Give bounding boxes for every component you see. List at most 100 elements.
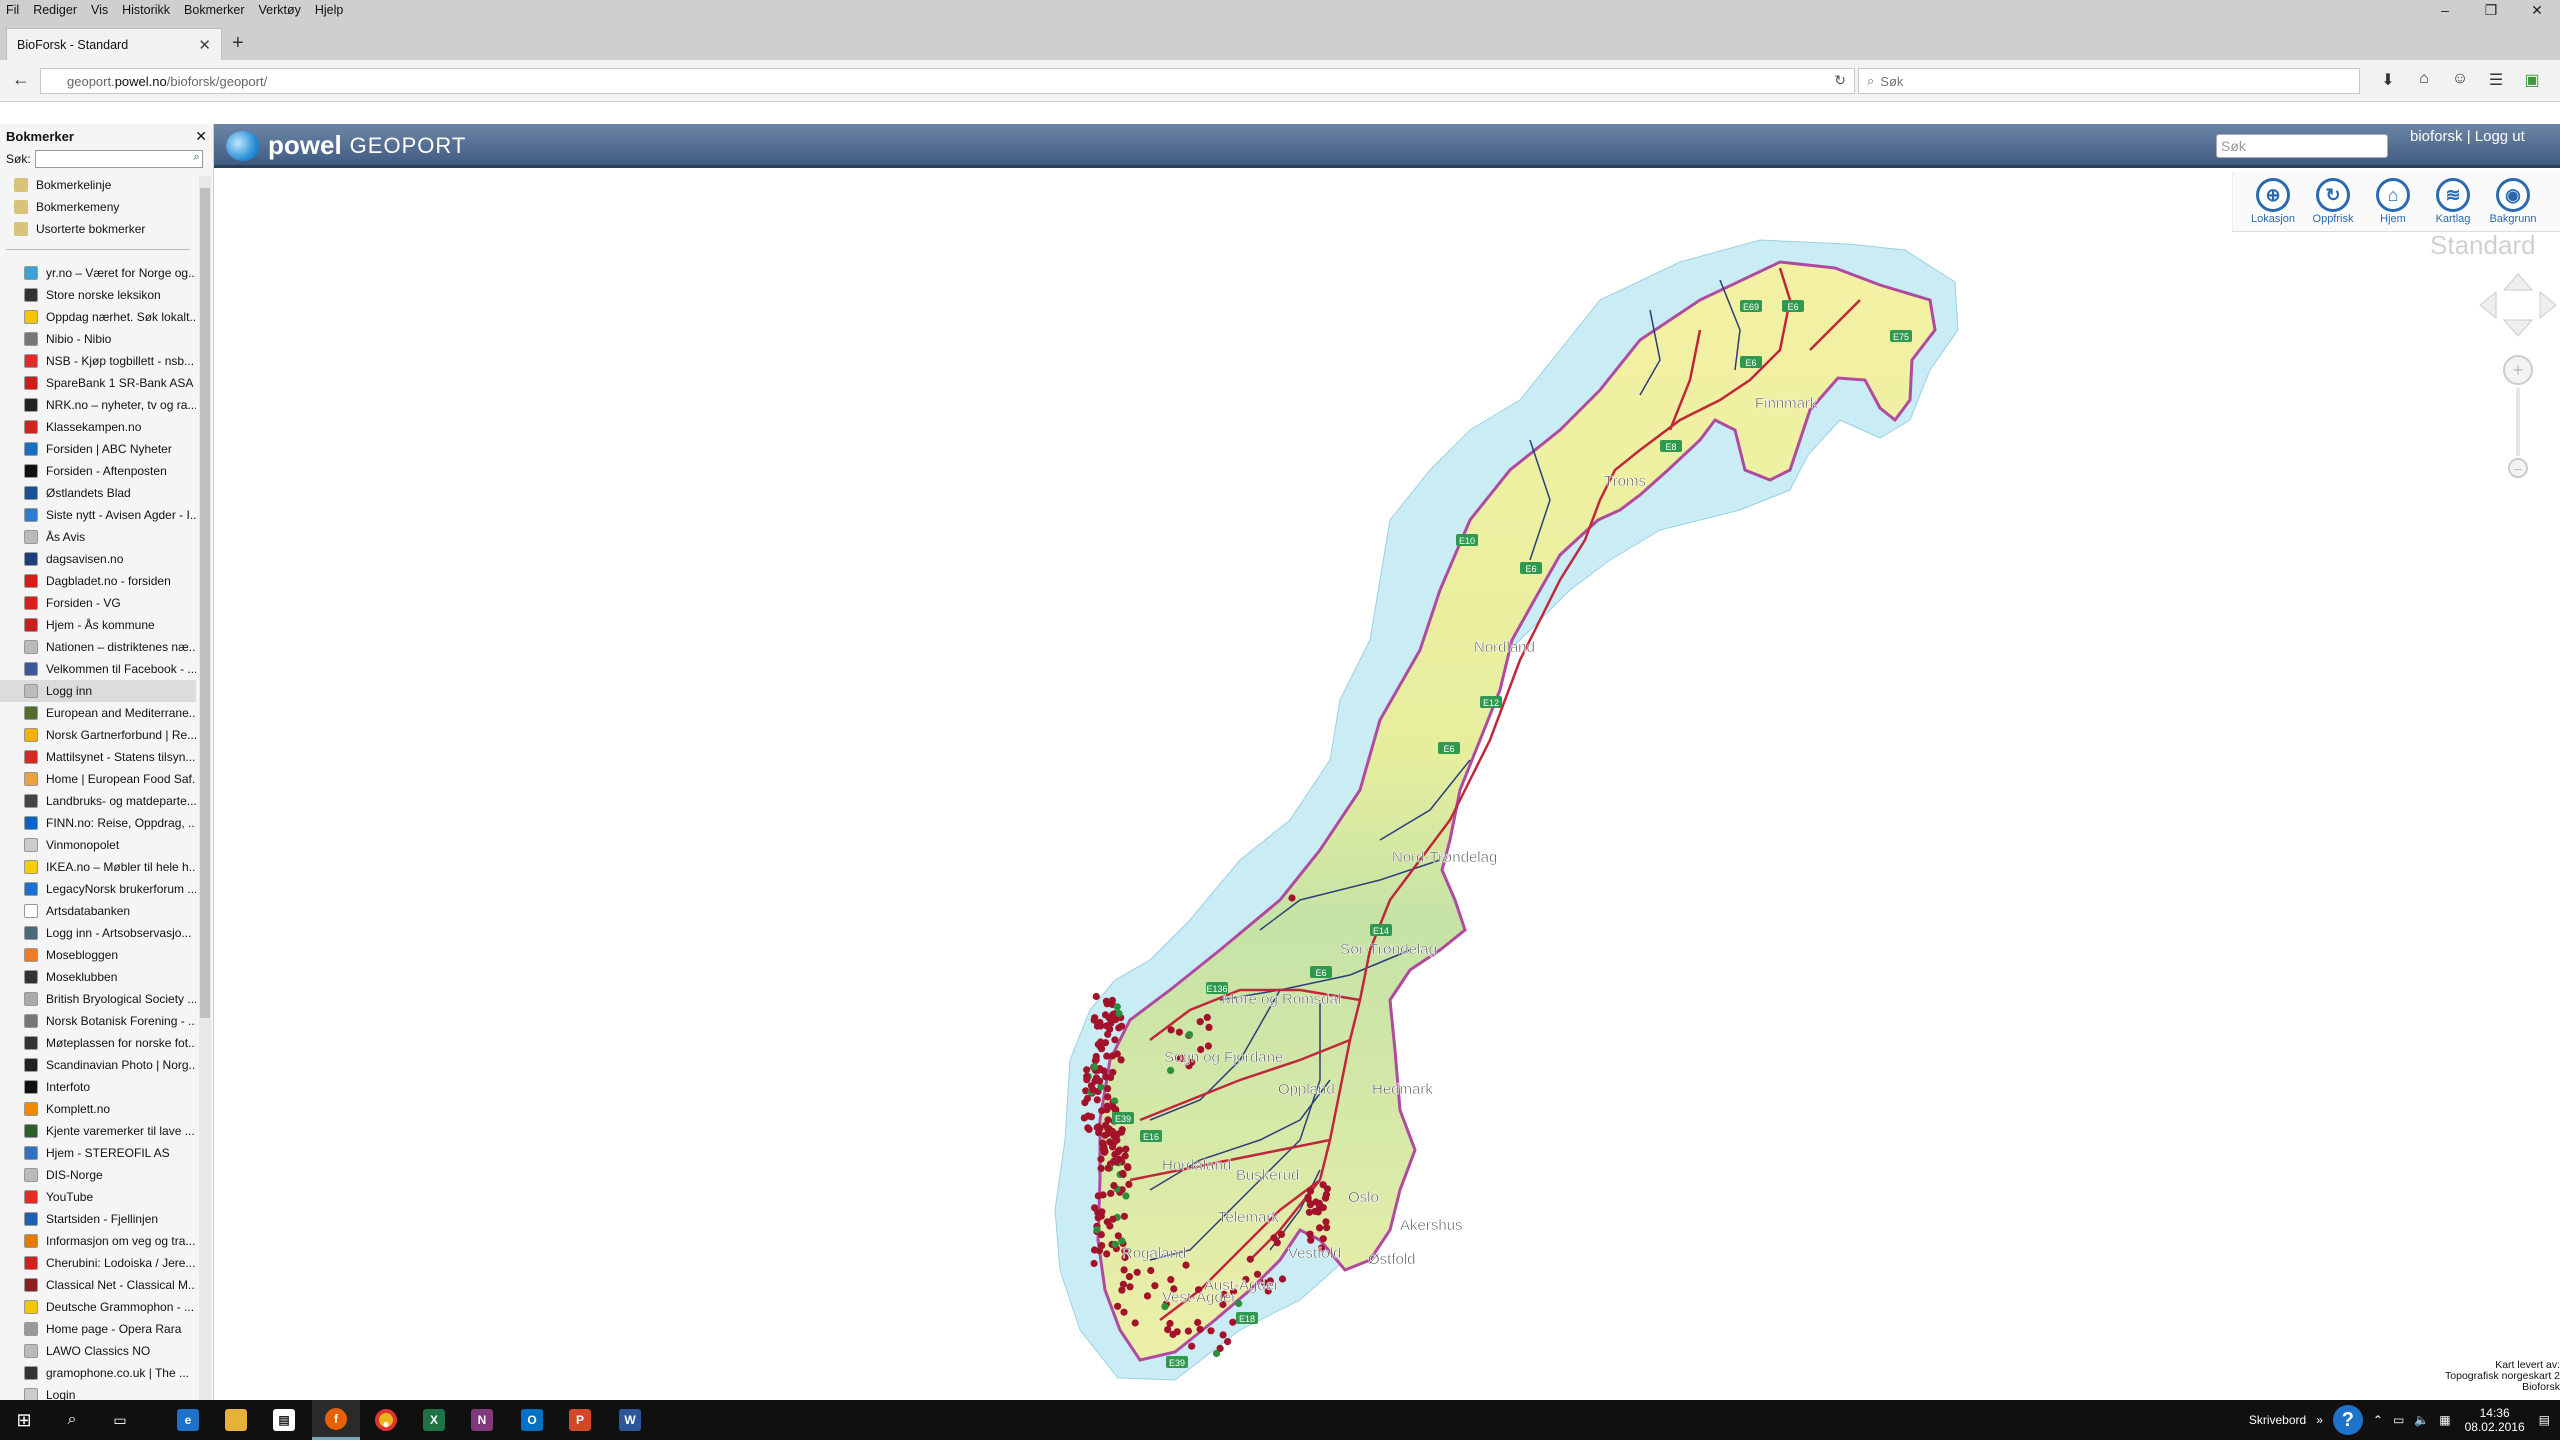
menu-item[interactable]: Bokmerker — [184, 3, 244, 17]
bookmark-item[interactable]: Hjem - Ås kommune — [0, 614, 196, 636]
observation-point[interactable] — [1133, 1268, 1141, 1276]
bookmark-item[interactable]: gramophone.co.uk | The ... — [0, 1362, 196, 1384]
observation-point[interactable] — [1103, 1000, 1111, 1008]
bookmark-item[interactable]: Klassekampen.no — [0, 416, 196, 438]
bookmark-item[interactable]: NRK.no – nyheter, tv og ra... — [0, 394, 196, 416]
observation-point[interactable] — [1273, 1239, 1281, 1247]
bookmark-item[interactable]: Cherubini: Lodoiska / Jere... — [0, 1252, 196, 1274]
observation-point[interactable] — [1323, 1224, 1331, 1232]
bookmark-item[interactable]: Informasjon om veg og tra... — [0, 1230, 196, 1252]
observation-point[interactable] — [1167, 1026, 1175, 1034]
observation-point[interactable] — [1120, 1308, 1128, 1316]
observation-point[interactable] — [1092, 992, 1100, 1001]
observation-point[interactable] — [1196, 1018, 1204, 1026]
observation-point[interactable] — [1107, 1189, 1115, 1197]
observation-point[interactable] — [1185, 1031, 1194, 1039]
observation-point[interactable] — [1114, 1302, 1122, 1310]
bookmark-item[interactable]: Artsdatabanken — [0, 900, 196, 922]
observation-point[interactable] — [1114, 1232, 1122, 1240]
observation-point[interactable] — [1131, 1319, 1139, 1327]
bookmark-item[interactable]: Landbruks- og matdeparte... — [0, 790, 196, 812]
observation-point[interactable] — [1188, 1342, 1196, 1350]
observation-point[interactable] — [1091, 1063, 1099, 1071]
outlook-icon[interactable]: O — [508, 1400, 556, 1440]
close-sidebar-icon[interactable]: ✕ — [195, 128, 207, 145]
observation-point[interactable] — [1093, 1226, 1101, 1234]
edge-icon[interactable]: e — [164, 1400, 212, 1440]
observation-point[interactable] — [1122, 1192, 1130, 1200]
pan-right-icon[interactable] — [2539, 290, 2557, 320]
observation-point[interactable] — [1104, 1164, 1112, 1172]
help-icon[interactable]: ? — [2332, 1405, 2363, 1435]
observation-point[interactable] — [1288, 894, 1296, 902]
browser-search-input[interactable]: ⌕ Søk — [1858, 68, 2360, 94]
task-view-icon[interactable]: ▭ — [96, 1400, 144, 1440]
observation-point[interactable] — [1229, 1318, 1237, 1326]
bookmark-item[interactable]: YouTube — [0, 1186, 196, 1208]
observation-point[interactable] — [1096, 1077, 1104, 1085]
norway-map[interactable]: Finnmark Troms Nordland Nord-Trøndelag Sør-T… — [214, 168, 2560, 1400]
observation-point[interactable] — [1151, 1282, 1159, 1290]
back-icon[interactable]: ← — [12, 69, 30, 90]
powerpoint-icon[interactable]: P — [556, 1400, 604, 1440]
observation-point[interactable] — [1084, 1112, 1092, 1120]
chat-icon[interactable]: ☺ — [2442, 70, 2478, 90]
observation-point[interactable] — [1126, 1283, 1134, 1291]
observation-point[interactable] — [1083, 1066, 1091, 1074]
pan-down-icon[interactable] — [2502, 319, 2534, 337]
observation-point[interactable] — [1102, 1121, 1110, 1129]
observation-point[interactable] — [1319, 1235, 1327, 1243]
bookmark-item[interactable]: Siste nytt - Avisen Agder - I... — [0, 504, 196, 526]
store-icon[interactable]: ▤ — [260, 1400, 308, 1440]
volume-icon[interactable]: 🔈 — [2414, 1413, 2429, 1427]
close-tab-icon[interactable]: ✕ — [198, 36, 211, 54]
observation-point[interactable] — [1115, 1009, 1123, 1018]
observation-point[interactable] — [1125, 1180, 1133, 1188]
bookmark-item[interactable]: Norsk Gartnerforbund | Re... — [0, 724, 196, 746]
bookmark-item[interactable]: Nibio - Nibio — [0, 328, 196, 350]
bookmark-item[interactable]: Kjente varemerker til lave ... — [0, 1120, 196, 1142]
observation-point[interactable] — [1118, 1126, 1126, 1134]
bookmark-item[interactable]: Velkommen til Facebook - ... — [0, 658, 196, 680]
url-bar[interactable]: geoport. powel.no/bioforsk/geoport/ ↻ — [40, 68, 1855, 94]
observation-point[interactable] — [1122, 1145, 1130, 1153]
observation-point[interactable] — [1205, 1023, 1213, 1031]
observation-point[interactable] — [1194, 1318, 1202, 1327]
observation-point[interactable] — [1103, 1250, 1111, 1258]
observation-point[interactable] — [1085, 1125, 1093, 1133]
network-icon[interactable]: ▭ — [2393, 1413, 2404, 1427]
sidebar-scrollbar[interactable] — [199, 176, 211, 1400]
observation-point[interactable] — [1212, 1349, 1221, 1358]
bookmark-folder[interactable]: Bokmerkelinje — [0, 174, 196, 196]
bookmark-item[interactable]: DIS-Norge — [0, 1164, 196, 1186]
close-window-icon[interactable]: ✕ — [2514, 0, 2560, 20]
bookmark-item[interactable]: Hjem - STEREOFIL AS — [0, 1142, 196, 1164]
observation-point[interactable] — [1167, 1066, 1175, 1074]
user-menu[interactable]: bioforsk | Logg ut — [2410, 128, 2525, 145]
observation-point[interactable] — [1120, 1212, 1128, 1220]
firefox-icon[interactable]: f — [312, 1400, 360, 1440]
observation-point[interactable] — [1094, 1192, 1102, 1200]
observation-point[interactable] — [1110, 1157, 1118, 1165]
observation-point[interactable] — [1111, 1240, 1119, 1248]
observation-point[interactable] — [1143, 1292, 1152, 1300]
bookmark-item[interactable]: Login — [0, 1384, 196, 1400]
bookmark-item[interactable]: Komplett.no — [0, 1098, 196, 1120]
bookmark-item[interactable]: Home | European Food Saf... — [0, 768, 196, 790]
bookmark-item[interactable]: Oppdag nærhet. Søk lokalt... — [0, 306, 196, 328]
excel-icon[interactable]: X — [410, 1400, 458, 1440]
bookmark-item[interactable]: Home page - Opera Rara — [0, 1318, 196, 1340]
observation-point[interactable] — [1120, 1266, 1128, 1274]
menu-item[interactable]: Fil — [6, 3, 19, 17]
tool-lokasjon[interactable]: ⊕ Lokasjon — [2243, 172, 2303, 231]
tray-up-icon[interactable]: ⌃ — [2373, 1413, 2383, 1427]
tool-hjem[interactable]: ⌂ Hjem — [2363, 172, 2423, 231]
observation-point[interactable] — [1097, 1155, 1105, 1163]
clock[interactable]: 14:36 08.02.2016 — [2465, 1406, 2525, 1434]
observation-point[interactable] — [1093, 1096, 1101, 1104]
bookmark-item[interactable]: Dagbladet.no - forsiden — [0, 570, 196, 592]
bookmark-item[interactable]: Logg inn — [0, 680, 196, 702]
observation-point[interactable] — [1104, 1093, 1112, 1101]
observation-point[interactable] — [1322, 1191, 1330, 1199]
observation-point[interactable] — [1119, 1280, 1127, 1288]
